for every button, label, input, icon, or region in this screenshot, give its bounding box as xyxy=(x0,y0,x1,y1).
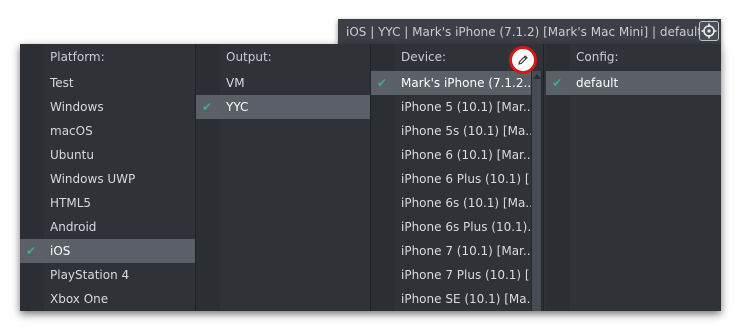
platform-column: Platform: Test Windows macOS Ubuntu Windows … xyxy=(20,44,195,311)
scrollbar-thumb[interactable] xyxy=(532,71,541,311)
platform-item-label: Ubuntu xyxy=(50,148,94,162)
check-icon: ✔ xyxy=(26,244,37,258)
platform-item[interactable]: Android xyxy=(20,215,195,239)
platform-item[interactable]: Windows xyxy=(20,95,195,119)
platform-item[interactable]: Windows UWP xyxy=(20,167,195,191)
platform-item[interactable]: Ubuntu xyxy=(20,143,195,167)
device-item[interactable]: iPhone SE (10.1) [Ma... xyxy=(371,287,531,311)
device-item-label: iPhone 5 (10.1) [Mar... xyxy=(401,100,531,114)
device-item[interactable]: iPhone 6 Plus (10.1) [... xyxy=(371,167,531,191)
scroll-up-arrow[interactable] xyxy=(533,74,541,79)
device-column: Device: ✔ Mark's iPhone (7.1.2... iPhone 5… xyxy=(371,44,531,311)
platform-header: Platform: xyxy=(50,50,105,64)
device-scrollbar[interactable] xyxy=(531,71,542,311)
target-summary-bar: iOS | YYC | Mark's iPhone (7.1.2) [Mark'… xyxy=(338,19,721,45)
platform-item-label: Android xyxy=(50,220,97,234)
output-item[interactable]: VM xyxy=(196,71,370,95)
device-item[interactable]: iPhone 7 Plus (10.1) [... xyxy=(371,263,531,287)
device-item-label: iPhone 5s (10.1) [Ma... xyxy=(401,124,531,138)
device-item-label: iPhone 7 (10.1) [Mar... xyxy=(401,244,531,258)
config-column: Config: ✔ default xyxy=(546,44,721,311)
device-item[interactable]: iPhone 7 (10.1) [Mar... xyxy=(371,239,531,263)
output-header: Output: xyxy=(226,50,272,64)
device-item-label: iPhone 7 Plus (10.1) [... xyxy=(401,268,531,282)
config-header: Config: xyxy=(576,50,619,64)
device-item-label: iPhone 6s (10.1) [Ma... xyxy=(401,196,531,210)
pencil-icon xyxy=(518,55,528,65)
platform-item-label: Test xyxy=(50,76,74,90)
output-item-label: VM xyxy=(226,76,245,90)
device-item[interactable]: ✔ Mark's iPhone (7.1.2... xyxy=(371,71,531,95)
device-item[interactable]: iPhone 6 (10.1) [Mar... xyxy=(371,143,531,167)
target-summary-text: iOS | YYC | Mark's iPhone (7.1.2) [Mark'… xyxy=(346,25,703,39)
output-item-label: YYC xyxy=(226,100,249,114)
device-item[interactable]: iPhone 5s (10.1) [Ma... xyxy=(371,119,531,143)
device-item-label: iPhone 6 Plus (10.1) [... xyxy=(401,172,531,186)
platform-item[interactable]: Test xyxy=(20,71,195,95)
config-item-label: default xyxy=(576,76,619,90)
check-icon: ✔ xyxy=(377,76,388,90)
target-selector-panel: Platform: Test Windows macOS Ubuntu Windows … xyxy=(20,44,721,311)
check-icon: ✔ xyxy=(552,76,563,90)
device-item-label: iPhone 6s Plus (10.1)... xyxy=(401,220,531,234)
output-item[interactable]: ✔ YYC xyxy=(196,95,370,119)
device-item[interactable]: iPhone 6s Plus (10.1)... xyxy=(371,215,531,239)
column-divider xyxy=(543,44,544,311)
device-item-label: iPhone SE (10.1) [Ma... xyxy=(401,292,531,306)
edit-device-button[interactable] xyxy=(509,46,537,74)
platform-item[interactable]: PlayStation 4 xyxy=(20,263,195,287)
check-icon: ✔ xyxy=(202,100,213,114)
device-item[interactable]: iPhone 6s (10.1) [Ma... xyxy=(371,191,531,215)
device-item[interactable]: iPhone 5 (10.1) [Mar... xyxy=(371,95,531,119)
config-item[interactable]: ✔ default xyxy=(546,71,721,95)
device-header: Device: xyxy=(401,50,447,64)
platform-item-label: PlayStation 4 xyxy=(50,268,130,282)
platform-item-label: HTML5 xyxy=(50,196,92,210)
platform-item-label: Xbox One xyxy=(50,292,109,306)
platform-item[interactable]: Xbox One xyxy=(20,287,195,311)
platform-item-label: Windows UWP xyxy=(50,172,136,186)
output-column: Output: VM ✔ YYC xyxy=(196,44,370,311)
device-item-label: Mark's iPhone (7.1.2... xyxy=(401,76,531,90)
platform-item-label: iOS xyxy=(50,244,71,258)
platform-item[interactable]: HTML5 xyxy=(20,191,195,215)
platform-item[interactable]: ✔ iOS xyxy=(20,239,195,263)
platform-item[interactable]: macOS xyxy=(20,119,195,143)
platform-item-label: Windows xyxy=(50,100,104,114)
target-icon xyxy=(701,23,717,39)
platform-item-label: macOS xyxy=(50,124,93,138)
target-button[interactable] xyxy=(699,21,719,41)
device-item-label: iPhone 6 (10.1) [Mar... xyxy=(401,148,531,162)
